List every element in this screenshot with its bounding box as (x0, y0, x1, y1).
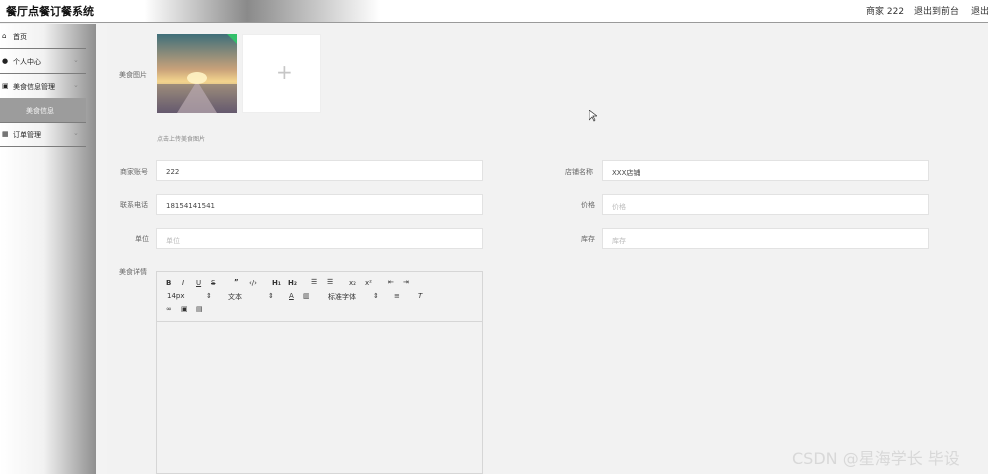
outdent-icon[interactable]: ⇤ (388, 278, 394, 286)
price-field[interactable]: 价格 (602, 194, 929, 215)
chevron-updown-icon: ⇕ (373, 292, 379, 300)
sidebar-item-order-management[interactable]: ▦ 订单管理 ⌄ (0, 122, 86, 147)
food-detail-label: 美食详情 (119, 268, 147, 276)
rich-text-editor: B I U S ” ‹/› H₁ H₂ ☰ ☰ x₂ x² ⇤ ⇥ 14px ⇕… (156, 271, 483, 474)
sidebar-item-food-info[interactable]: 美食信息 (0, 98, 86, 123)
strikethrough-icon[interactable]: S (211, 279, 215, 287)
chevron-updown-icon: ⇕ (206, 292, 212, 300)
unit-field[interactable]: 单位 (156, 228, 483, 249)
chevron-down-icon: ⌄ (73, 81, 79, 89)
grid-icon: ▦ (2, 130, 9, 138)
merchant-account-label: 商家账号 (120, 168, 148, 176)
sidebar-item-food-management[interactable]: ▣ 美食信息管理 ⌄ (0, 74, 86, 99)
sidebar-item-label: 美食信息管理 (13, 83, 55, 91)
unit-label: 单位 (135, 235, 149, 243)
clear-format-icon[interactable]: T (418, 292, 422, 300)
underline-icon[interactable]: U (196, 279, 201, 287)
bullet-list-icon[interactable]: ☰ (327, 278, 333, 286)
sidebar-item-personal-center[interactable]: ● 个人中心 ⌄ (0, 49, 86, 74)
editor-toolbar: B I U S ” ‹/› H₁ H₂ ☰ ☰ x₂ x² ⇤ ⇥ 14px ⇕… (157, 272, 482, 322)
background-color-icon[interactable]: ▥ (303, 292, 310, 300)
stock-label: 库存 (581, 235, 595, 243)
video-icon[interactable]: ▤ (196, 305, 203, 313)
app-title: 餐厅点餐订餐系统 (6, 5, 94, 18)
sidebar-item-home[interactable]: ⌂ 首页 (0, 24, 86, 49)
home-icon: ⌂ (2, 32, 7, 40)
mouse-cursor-icon (589, 110, 597, 122)
subscript-icon[interactable]: x₂ (349, 279, 356, 287)
price-label: 价格 (581, 201, 595, 209)
upload-hint: 点击上传美食图片 (157, 136, 206, 143)
phone-field[interactable]: 18154141541 (156, 194, 483, 215)
chevron-down-icon: ⌄ (73, 129, 79, 137)
merchant-account-field[interactable]: 222 (156, 160, 483, 181)
user-icon: ● (2, 57, 9, 65)
font-family-select[interactable]: 标准字体 (328, 292, 356, 302)
header2-icon[interactable]: H₂ (288, 279, 297, 287)
phone-label: 联系电话 (120, 201, 148, 209)
ordered-list-icon[interactable]: ☰ (311, 278, 317, 286)
shop-name-label: 店铺名称 (565, 168, 593, 176)
font-color-icon[interactable]: A (289, 292, 294, 300)
logout-link[interactable]: 退出 (971, 4, 988, 17)
sidebar-item-label: 个人中心 (13, 58, 41, 66)
stock-field[interactable]: 库存 (602, 228, 929, 249)
italic-icon[interactable]: I (182, 279, 184, 287)
align-icon[interactable]: ≡ (394, 292, 400, 300)
sidebar-item-label: 首页 (13, 33, 27, 41)
watermark-text: CSDN @星海学长 毕设 (792, 449, 960, 468)
exit-to-front-link[interactable]: 退出到前台 (914, 4, 959, 17)
food-image-label: 美食图片 (119, 71, 147, 79)
food-image-thumbnail[interactable] (157, 34, 237, 113)
upload-button[interactable]: + (242, 34, 321, 113)
grid-icon: ▣ (2, 82, 9, 90)
blockquote-icon[interactable]: ” (234, 278, 239, 286)
user-label: 商家 222 (866, 7, 905, 17)
bold-icon[interactable]: B (166, 279, 171, 287)
plus-icon: + (276, 60, 293, 84)
sidebar: ⌂ 首页 ● 个人中心 ⌄ ▣ 美食信息管理 ⌄ 美食信息 ▦ 订单管理 ⌄ (0, 24, 96, 474)
shop-name-field[interactable]: XXX店铺 (602, 160, 929, 181)
font-size-select[interactable]: 14px (167, 292, 185, 300)
link-icon[interactable]: ∞ (166, 305, 172, 313)
sidebar-item-label: 美食信息 (26, 107, 54, 115)
chevron-down-icon: ⌄ (73, 56, 79, 64)
sidebar-item-label: 订单管理 (13, 131, 41, 139)
indent-icon[interactable]: ⇥ (403, 278, 409, 286)
image-icon[interactable]: ▣ (181, 305, 188, 313)
superscript-icon[interactable]: x² (365, 279, 372, 287)
chevron-updown-icon: ⇕ (268, 292, 274, 300)
code-icon[interactable]: ‹/› (249, 279, 257, 287)
top-bar: 餐厅点餐订餐系统 商家 222 退出到前台 退出 (0, 0, 988, 23)
header1-icon[interactable]: H₁ (272, 279, 281, 287)
text-type-select[interactable]: 文本 (228, 292, 242, 302)
